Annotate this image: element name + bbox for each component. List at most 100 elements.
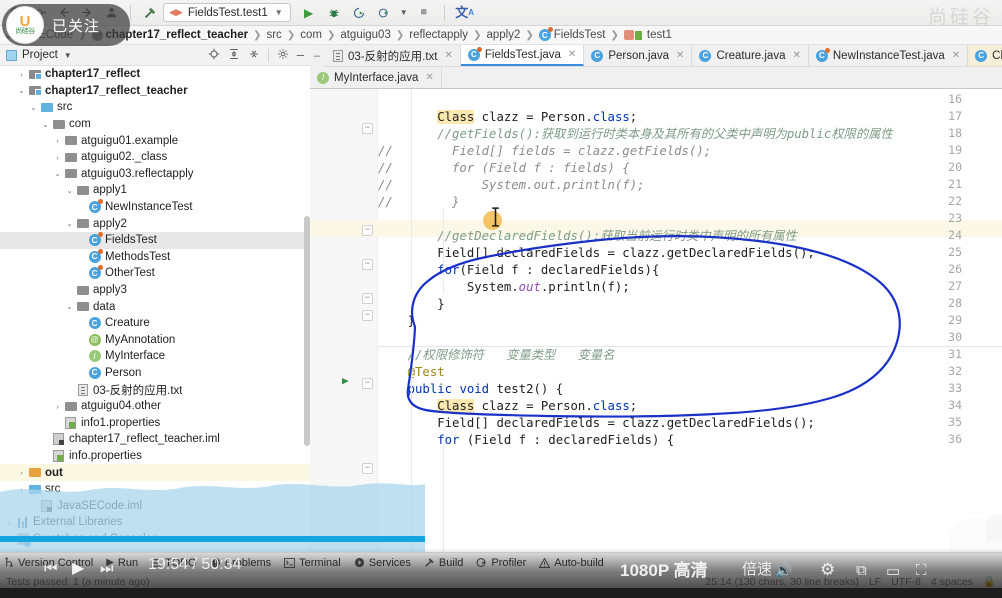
code-line[interactable]: Class clazz = Person.class; xyxy=(378,109,637,126)
project-tree[interactable]: › chapter17_reflect ⌄ chapter17_reflect_tea… xyxy=(0,66,310,552)
run-icon[interactable]: ▶ xyxy=(298,3,320,23)
code-line[interactable]: //getDeclaredFields():获取当前运行时类中声明的所有属性 xyxy=(378,228,797,245)
status-indent[interactable]: 4 spaces xyxy=(931,576,973,588)
tree-node-javasecode-iml[interactable]: JavaSECode.iml xyxy=(0,497,310,514)
chevron-right-icon[interactable]: › xyxy=(52,136,63,145)
tree-node-chapter17-reflect-teacher[interactable]: ⌄ chapter17_reflect_teacher xyxy=(0,83,310,100)
tree-node-src[interactable]: › src xyxy=(0,481,310,498)
expand-all-icon[interactable] xyxy=(228,48,240,63)
tree-node-chapter17-reflect[interactable]: › chapter17_reflect xyxy=(0,66,310,83)
code-line[interactable]: for (Field f : declaredFields) { xyxy=(378,432,674,449)
stop-icon[interactable]: ■ xyxy=(413,3,435,23)
gear-icon[interactable]: ⚙ xyxy=(820,560,835,580)
follow-badge-overlay[interactable]: U 尚硅谷 已关注 xyxy=(2,4,130,46)
breadcrumb-item[interactable]: C FieldsTest xyxy=(538,27,606,41)
next-video-button[interactable]: ⏭ xyxy=(100,560,114,577)
settings-icon[interactable] xyxy=(277,48,289,63)
tree-node-com[interactable]: ⌄ com xyxy=(0,116,310,133)
tree-node-info-properties[interactable]: info.properties xyxy=(0,448,310,465)
lock-icon[interactable]: 🔒 xyxy=(983,575,996,588)
chevron-down-icon[interactable]: ⌄ xyxy=(28,103,39,112)
tree-node-info1-properties[interactable]: info1.properties xyxy=(0,414,310,431)
tree-node-person[interactable]: C Person xyxy=(0,365,310,382)
fold-marker[interactable]: − xyxy=(362,259,373,270)
fold-marker[interactable]: − xyxy=(362,463,373,474)
collapse-all-icon[interactable] xyxy=(248,48,260,63)
previous-video-button[interactable]: ⏮ xyxy=(44,560,58,577)
code-line[interactable]: // for (Field f : fields) { xyxy=(378,160,630,177)
fold-marker[interactable]: − xyxy=(362,123,373,134)
widescreen-icon[interactable]: ▭ xyxy=(886,562,900,580)
editor-tab-fieldstest-java[interactable]: C FieldsTest.java ✕ xyxy=(460,45,585,66)
breadcrumb-item[interactable]: reflectapply xyxy=(409,29,468,41)
code-line[interactable]: // System.out.println(f); xyxy=(378,177,645,194)
picture-in-picture-icon[interactable]: ⧉ xyxy=(856,562,867,579)
code-line[interactable]: Field[] declaredFields = clazz.getDeclar… xyxy=(378,415,815,432)
run-test-gutter-icon[interactable]: ▶ xyxy=(342,374,349,387)
tab-list-button[interactable]: – xyxy=(310,45,324,67)
translate-icon[interactable]: 文A xyxy=(454,3,476,23)
fullscreen-icon[interactable]: ⛶ xyxy=(916,562,927,579)
tool-window-build[interactable]: Build xyxy=(424,557,463,569)
code-line[interactable]: for(Field f : declaredFields){ xyxy=(378,262,659,279)
fold-marker[interactable]: − xyxy=(362,293,373,304)
editor-tab-person-java[interactable]: C Person.java ✕ xyxy=(584,45,693,66)
locate-icon[interactable] xyxy=(208,48,220,63)
close-icon[interactable]: ✕ xyxy=(676,50,684,61)
code-line[interactable]: // } xyxy=(378,194,459,211)
tree-node-external-libraries[interactable]: › External Libraries xyxy=(0,514,310,531)
code-line[interactable]: public void test2() { xyxy=(378,381,564,398)
close-icon[interactable]: ✕ xyxy=(425,72,433,83)
run-with-coverage-icon[interactable] xyxy=(348,3,370,23)
code-line[interactable]: //权限修饰符 变量类型 变量名 xyxy=(378,347,615,364)
breadcrumb-item[interactable]: apply2 xyxy=(486,29,520,41)
volume-icon[interactable]: 🔊 xyxy=(775,562,792,579)
debug-icon[interactable] xyxy=(323,3,345,23)
chevron-down-icon[interactable]: ▼ xyxy=(64,51,72,60)
chevron-right-icon[interactable]: › xyxy=(52,402,63,411)
tree-node-creature[interactable]: C Creature xyxy=(0,315,310,332)
tree-node-myinterface[interactable]: I MyInterface xyxy=(0,348,310,365)
code-line[interactable]: // Field[] fields = clazz.getFields(); xyxy=(378,143,711,160)
close-icon[interactable]: ✕ xyxy=(444,50,452,61)
breadcrumb-item[interactable]: com xyxy=(300,29,322,41)
tree-node-apply2[interactable]: ⌄ apply2 xyxy=(0,215,310,232)
tree-node-methodstest[interactable]: C MethodsTest xyxy=(0,248,310,266)
tree-node-fieldstest[interactable]: C FieldsTest xyxy=(0,231,310,249)
tool-window-profiler[interactable]: Profiler xyxy=(476,557,526,569)
tree-node-chapter17-reflect-teacher-iml[interactable]: chapter17_reflect_teacher.iml xyxy=(0,431,310,448)
close-icon[interactable]: ✕ xyxy=(952,50,960,61)
chevron-right-icon[interactable]: › xyxy=(52,153,63,162)
chevron-right-icon[interactable]: › xyxy=(16,485,27,494)
tree-node-out[interactable]: › out xyxy=(0,464,310,481)
tree-node-scratches-and-consoles[interactable]: › Scratches and Consoles xyxy=(0,531,310,548)
tree-node-othertest[interactable]: C OtherTest xyxy=(0,265,310,282)
hammer-icon[interactable] xyxy=(139,3,161,23)
chevron-right-icon[interactable]: › xyxy=(4,534,15,543)
tree-node-atguigu04-other[interactable]: › atguigu04.other xyxy=(0,398,310,415)
code-line[interactable]: //getFields():获取到运行时类本身及其所有的父类中声明为public… xyxy=(378,126,893,143)
tree-node-myannotation[interactable]: @ MyAnnotation xyxy=(0,332,310,349)
tool-window-services[interactable]: Services xyxy=(354,557,411,569)
tree-node-03-txt[interactable]: 03-反射的应用.txt xyxy=(0,381,310,398)
code-line[interactable]: System.out.println(f); xyxy=(378,279,630,296)
chevron-down-icon[interactable]: ▼ xyxy=(398,3,410,23)
video-quality-button[interactable]: 1080P 高清 xyxy=(620,556,708,581)
play-pause-button[interactable]: ▶ xyxy=(72,558,84,578)
breadcrumb-item[interactable]: src xyxy=(266,29,281,41)
editor-tab-03-txt[interactable]: 03-反射的应用.txt ✕ xyxy=(326,45,461,66)
chevron-down-icon[interactable]: ⌄ xyxy=(16,86,27,95)
code-editor[interactable]: 16 17 18 19 20 21 22 23 24 25 26 27 28 29 30 31 32 33 34 35… xyxy=(310,89,1002,552)
code-line[interactable]: Class clazz = Person.class; xyxy=(378,398,637,415)
status-line-separator[interactable]: LF xyxy=(869,576,881,588)
tree-node-data[interactable]: ⌄ data xyxy=(0,298,310,315)
tree-node-atguigu03-reflectapply[interactable]: ⌄ atguigu03.reflectapply xyxy=(0,166,310,183)
close-icon[interactable]: ✕ xyxy=(568,49,576,60)
editor-tab-class-java[interactable]: CClass.java✕ xyxy=(968,45,1002,66)
video-speed-button[interactable]: 倍速 xyxy=(742,558,772,579)
tree-node-newinstancetest[interactable]: C NewInstanceTest xyxy=(0,199,310,216)
close-icon[interactable]: ✕ xyxy=(792,50,800,61)
fold-marker[interactable]: − xyxy=(362,378,373,389)
chevron-right-icon[interactable]: › xyxy=(4,518,15,527)
chevron-right-icon[interactable]: › xyxy=(16,468,27,477)
